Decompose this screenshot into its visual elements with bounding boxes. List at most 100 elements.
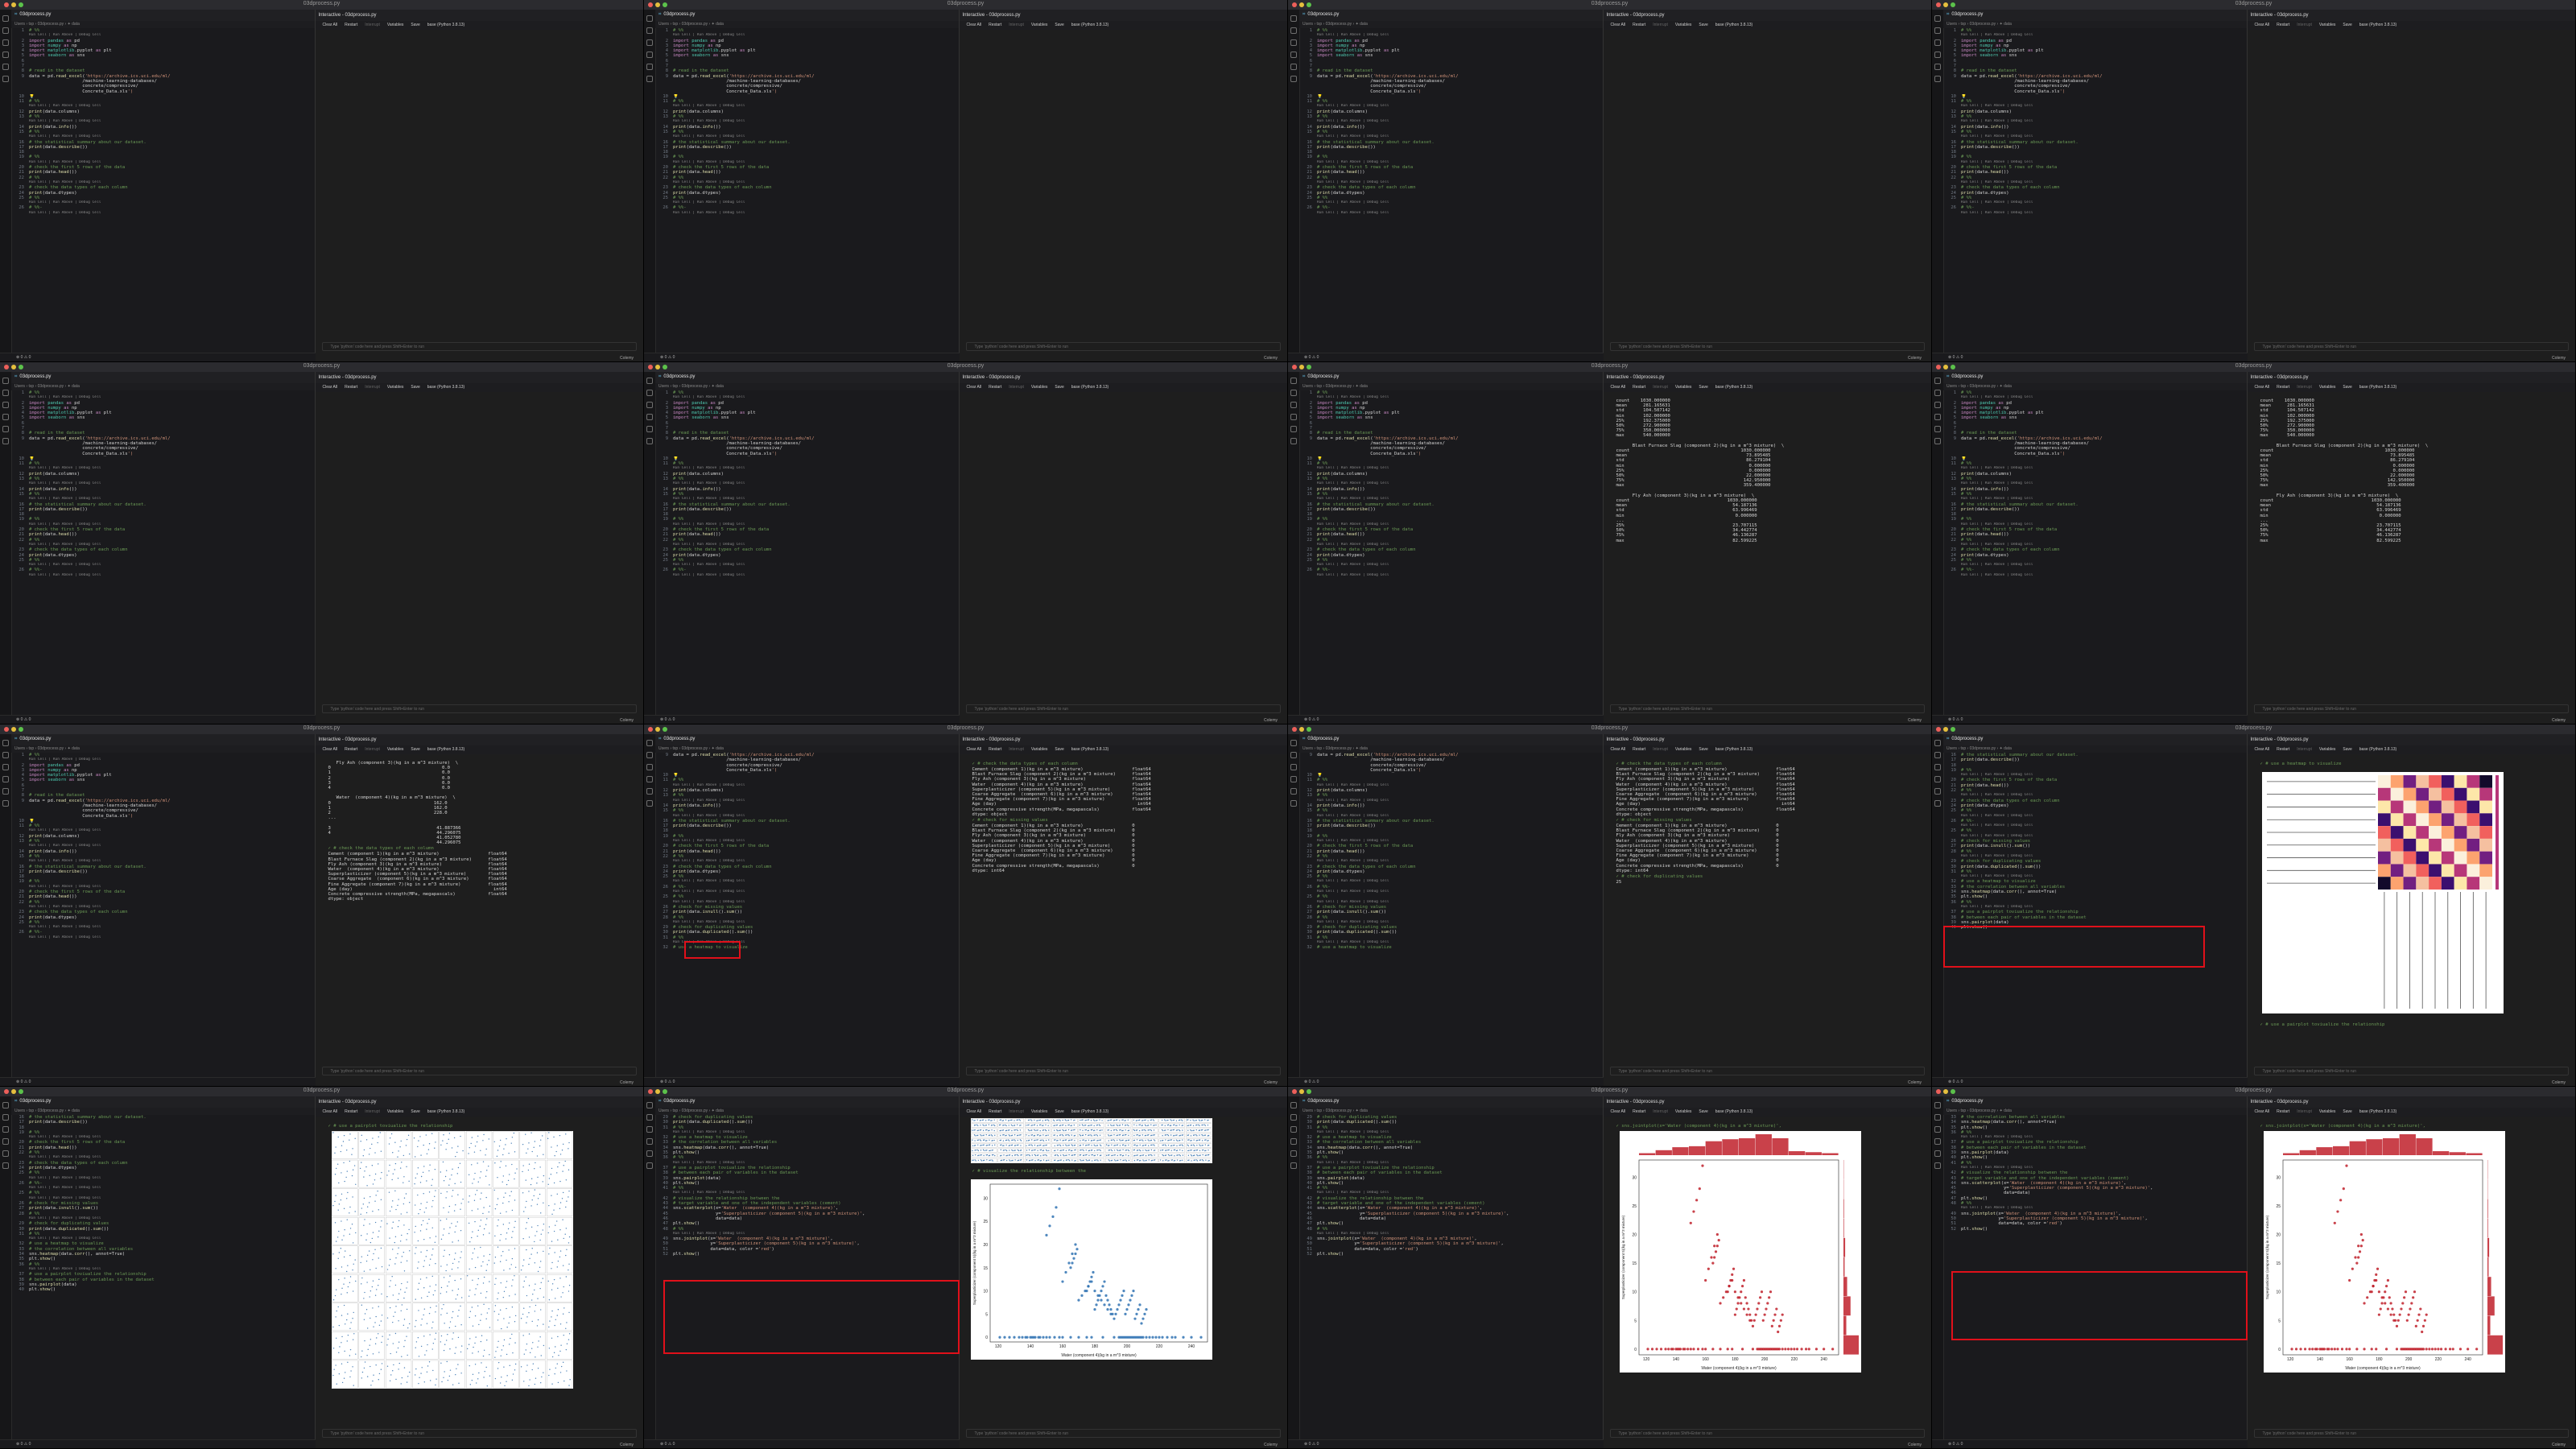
interrupt-button[interactable]: Interrupt bbox=[365, 747, 380, 752]
tab-03dprocess[interactable]: ⌗ 03dprocess.py bbox=[1946, 12, 1983, 18]
interactive-tab[interactable]: Interactive - 03dprocess.py bbox=[1603, 1096, 1931, 1108]
search-icon[interactable] bbox=[1934, 27, 1941, 34]
files-icon[interactable] bbox=[1934, 15, 1941, 22]
breadcrumb[interactable]: Users › tsp › 03dprocess.py › ✦ data bbox=[11, 383, 315, 390]
files-icon[interactable] bbox=[1934, 1102, 1941, 1108]
run-debug-icon[interactable] bbox=[2, 52, 9, 58]
run-debug-icon[interactable] bbox=[1290, 1138, 1297, 1145]
interactive-tab[interactable]: Interactive - 03dprocess.py bbox=[1603, 10, 1931, 22]
testing-icon[interactable] bbox=[2, 800, 9, 807]
interactive-input[interactable]: Type 'python' code here and press Shift+… bbox=[321, 1429, 637, 1438]
save-button[interactable]: Save bbox=[1055, 747, 1063, 752]
kernel-picker[interactable]: base (Python 3.8.13) bbox=[2359, 385, 2396, 390]
variables-button[interactable]: Variables bbox=[387, 747, 403, 752]
source-control-icon[interactable] bbox=[646, 39, 653, 46]
tab-03dprocess[interactable]: ⌗ 03dprocess.py bbox=[14, 374, 51, 380]
interrupt-button[interactable]: Interrupt bbox=[1653, 23, 1668, 27]
code-editor[interactable]: 16 # the statistical summary about our da… bbox=[1943, 753, 2247, 1079]
files-icon[interactable] bbox=[646, 740, 653, 746]
variables-button[interactable]: Variables bbox=[1675, 23, 1691, 27]
code-editor[interactable]: 1 # %% Run Cell | Run Above | Debug Cell 2 i… bbox=[11, 28, 315, 354]
run-debug-icon[interactable] bbox=[2, 414, 9, 420]
run-debug-icon[interactable] bbox=[2, 1138, 9, 1145]
extensions-icon[interactable] bbox=[2, 64, 9, 70]
kernel-picker[interactable]: base (Python 3.8.13) bbox=[427, 385, 464, 390]
restart-button[interactable]: Restart bbox=[345, 747, 357, 752]
extensions-icon[interactable] bbox=[2, 1150, 9, 1157]
tab-03dprocess[interactable]: ⌗ 03dprocess.py bbox=[658, 737, 695, 742]
interrupt-button[interactable]: Interrupt bbox=[2297, 747, 2312, 752]
interactive-tab[interactable]: Interactive - 03dprocess.py bbox=[315, 1096, 643, 1108]
interactive-input[interactable]: Type 'python' code here and press Shift+… bbox=[965, 1067, 1281, 1075]
breadcrumb[interactable]: Users › tsp › 03dprocess.py › ✦ data bbox=[1943, 383, 2247, 390]
interrupt-button[interactable]: Interrupt bbox=[365, 1109, 380, 1114]
source-control-icon[interactable] bbox=[646, 402, 653, 408]
save-button[interactable]: Save bbox=[411, 23, 419, 27]
restart-button[interactable]: Restart bbox=[989, 385, 1001, 390]
kernel-picker[interactable]: base (Python 3.8.13) bbox=[2359, 747, 2396, 752]
interrupt-button[interactable]: Interrupt bbox=[365, 385, 380, 390]
codelens-run-cell[interactable]: Run Cell | Run Above | Debug Cell bbox=[655, 573, 959, 578]
tab-03dprocess[interactable]: ⌗ 03dprocess.py bbox=[1302, 737, 1339, 742]
interrupt-button[interactable]: Interrupt bbox=[1653, 747, 1668, 752]
code-editor[interactable]: 1 # %% Run Cell | Run Above | Debug Cell 2 i… bbox=[11, 753, 315, 1079]
kernel-picker[interactable]: base (Python 3.8.13) bbox=[1715, 1109, 1752, 1114]
run-debug-icon[interactable] bbox=[1934, 414, 1941, 420]
source-control-icon[interactable] bbox=[1934, 402, 1941, 408]
search-icon[interactable] bbox=[2, 390, 9, 396]
source-control-icon[interactable] bbox=[1934, 39, 1941, 46]
clear-all-button[interactable]: Clear All bbox=[323, 1109, 338, 1114]
breadcrumb[interactable]: Users › tsp › 03dprocess.py › ✦ data bbox=[1943, 745, 2247, 753]
restart-button[interactable]: Restart bbox=[2277, 747, 2289, 752]
kernel-picker[interactable]: base (Python 3.8.13) bbox=[1071, 747, 1108, 752]
kernel-picker[interactable]: base (Python 3.8.13) bbox=[427, 23, 464, 27]
restart-button[interactable]: Restart bbox=[989, 23, 1001, 27]
interactive-tab[interactable]: Interactive - 03dprocess.py bbox=[959, 10, 1287, 22]
search-icon[interactable] bbox=[1290, 390, 1297, 396]
interactive-tab[interactable]: Interactive - 03dprocess.py bbox=[315, 10, 643, 22]
restart-button[interactable]: Restart bbox=[345, 385, 357, 390]
interrupt-button[interactable]: Interrupt bbox=[1009, 1109, 1024, 1114]
files-icon[interactable] bbox=[646, 1102, 653, 1108]
files-icon[interactable] bbox=[2, 15, 9, 22]
interrupt-button[interactable]: Interrupt bbox=[2297, 385, 2312, 390]
tab-03dprocess[interactable]: ⌗ 03dprocess.py bbox=[1302, 374, 1339, 380]
interactive-input[interactable]: Type 'python' code here and press Shift+… bbox=[2253, 342, 2569, 351]
save-button[interactable]: Save bbox=[2343, 23, 2351, 27]
files-icon[interactable] bbox=[1290, 378, 1297, 384]
extensions-icon[interactable] bbox=[646, 64, 653, 70]
code-editor[interactable]: 9 data = pd.read_excel('https://archive.i… bbox=[655, 753, 959, 1079]
search-icon[interactable] bbox=[646, 390, 653, 396]
interrupt-button[interactable]: Interrupt bbox=[1653, 385, 1668, 390]
extensions-icon[interactable] bbox=[1934, 64, 1941, 70]
code-line[interactable]: 32 # use a heatmap to visualize bbox=[1299, 945, 1603, 950]
search-icon[interactable] bbox=[2, 1114, 9, 1121]
save-button[interactable]: Save bbox=[1055, 1109, 1063, 1114]
code-editor[interactable]: 1 # %% Run Cell | Run Above | Debug Cell 2 i… bbox=[1299, 28, 1603, 354]
breadcrumb[interactable]: Users › tsp › 03dprocess.py › ✦ data bbox=[655, 745, 959, 753]
tab-03dprocess[interactable]: ⌗ 03dprocess.py bbox=[1946, 1099, 1983, 1104]
files-icon[interactable] bbox=[1290, 1102, 1297, 1108]
save-button[interactable]: Save bbox=[1699, 1109, 1707, 1114]
tab-03dprocess[interactable]: ⌗ 03dprocess.py bbox=[1946, 737, 1983, 742]
testing-icon[interactable] bbox=[1290, 1162, 1297, 1169]
source-control-icon[interactable] bbox=[1290, 402, 1297, 408]
extensions-icon[interactable] bbox=[2, 426, 9, 432]
testing-icon[interactable] bbox=[1290, 438, 1297, 444]
source-control-icon[interactable] bbox=[646, 1126, 653, 1133]
codelens-run-cell[interactable]: Run Cell | Run Above | Debug Cell bbox=[11, 935, 315, 940]
kernel-picker[interactable]: base (Python 3.8.13) bbox=[1071, 23, 1108, 27]
breadcrumb[interactable]: Users › tsp › 03dprocess.py › ✦ data bbox=[11, 745, 315, 753]
breadcrumb[interactable]: Users › tsp › 03dprocess.py › ✦ data bbox=[11, 21, 315, 28]
extensions-icon[interactable] bbox=[646, 788, 653, 795]
variables-button[interactable]: Variables bbox=[387, 23, 403, 27]
tab-03dprocess[interactable]: ⌗ 03dprocess.py bbox=[658, 12, 695, 18]
interactive-tab[interactable]: Interactive - 03dprocess.py bbox=[959, 1096, 1287, 1108]
search-icon[interactable] bbox=[646, 27, 653, 34]
kernel-picker[interactable]: base (Python 3.8.13) bbox=[1715, 747, 1752, 752]
clear-all-button[interactable]: Clear All bbox=[2255, 385, 2270, 390]
testing-icon[interactable] bbox=[1934, 1162, 1941, 1169]
testing-icon[interactable] bbox=[1290, 800, 1297, 807]
interrupt-button[interactable]: Interrupt bbox=[1009, 23, 1024, 27]
code-editor[interactable]: 16 # the statistical summary about our da… bbox=[11, 1115, 315, 1441]
